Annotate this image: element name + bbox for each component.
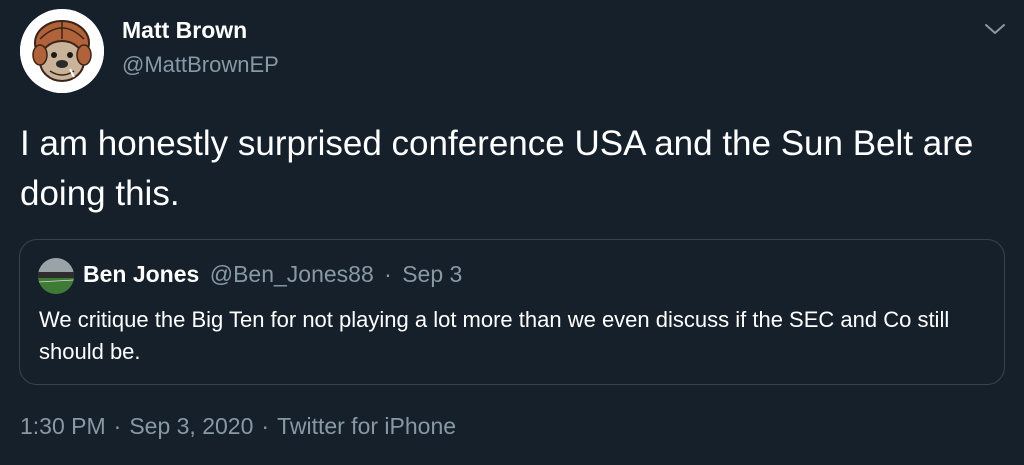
more-options-button[interactable] bbox=[980, 14, 1010, 44]
tweet-footer: 1:30 PM · Sep 3, 2020 · Twitter for iPhone bbox=[20, 413, 456, 440]
quoted-author-handle[interactable]: @Ben_Jones88 bbox=[210, 261, 374, 287]
author-name[interactable]: Matt Brown bbox=[122, 17, 247, 44]
quoted-header: Ben Jones @Ben_Jones88 · Sep 3 bbox=[83, 261, 462, 288]
quoted-separator: · bbox=[384, 261, 392, 287]
quoted-tweet-text: We critique the Big Ten for not playing … bbox=[39, 307, 950, 364]
tweet-source[interactable]: Twitter for iPhone bbox=[277, 413, 456, 439]
quoted-author-avatar[interactable] bbox=[38, 258, 74, 294]
footer-separator: · bbox=[261, 413, 270, 439]
tweet-text: I am honestly surprised conference USA a… bbox=[20, 124, 974, 213]
bulldog-helmet-icon bbox=[20, 9, 104, 93]
tweet-time[interactable]: 1:30 PM bbox=[20, 413, 106, 439]
tweet-date[interactable]: Sep 3, 2020 bbox=[129, 413, 253, 439]
stadium-icon bbox=[38, 258, 74, 294]
author-avatar[interactable] bbox=[20, 9, 104, 93]
chevron-down-icon bbox=[985, 24, 1005, 34]
quoted-tweet[interactable]: Ben Jones @Ben_Jones88 · Sep 3 We critiq… bbox=[19, 239, 1005, 385]
footer-separator: · bbox=[113, 413, 122, 439]
tweet-card: Matt Brown @MattBrownEP I am honestly su… bbox=[0, 0, 1024, 465]
quoted-date[interactable]: Sep 3 bbox=[402, 261, 462, 287]
author-handle[interactable]: @MattBrownEP bbox=[122, 52, 279, 78]
quoted-author-name[interactable]: Ben Jones bbox=[83, 261, 199, 287]
